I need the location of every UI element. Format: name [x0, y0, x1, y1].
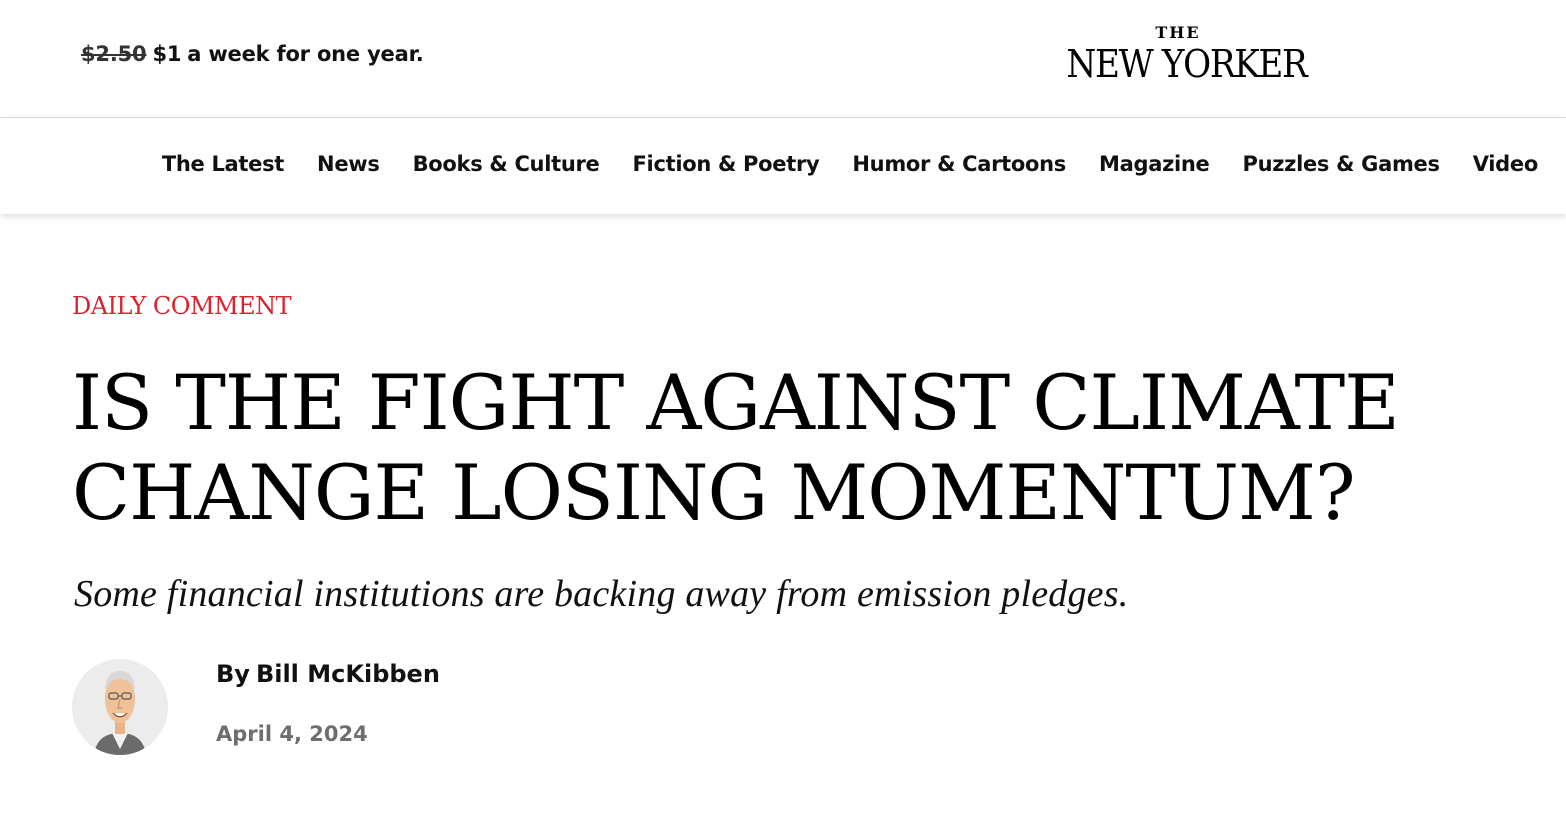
- headline-line-2: CHANGE LOSING MOMENTUM?: [72, 448, 1356, 537]
- byline-prefix: By: [216, 660, 250, 688]
- article-rubric[interactable]: DAILY COMMENT: [72, 292, 292, 320]
- headline-line-1: IS THE FIGHT AGAINST CLIMATE: [72, 358, 1400, 447]
- nav-item-the-latest[interactable]: The Latest: [162, 152, 285, 176]
- logo-the: THE: [1155, 23, 1201, 42]
- author-avatar[interactable]: [72, 659, 168, 755]
- subscribe-promo[interactable]: $2.50 $1 a week for one year.: [81, 42, 424, 66]
- nav-list: The Latest News Books & Culture Fiction …: [162, 152, 1538, 176]
- nav-item-magazine[interactable]: Magazine: [1099, 152, 1210, 176]
- article-headline: IS THE FIGHT AGAINST CLIMATE CHANGE LOSI…: [72, 358, 1452, 538]
- main-navigation: The Latest News Books & Culture Fiction …: [0, 119, 1566, 214]
- nav-item-puzzles-games[interactable]: Puzzles & Games: [1243, 152, 1441, 176]
- nav-item-humor-cartoons[interactable]: Humor & Cartoons: [852, 152, 1066, 176]
- new-yorker-logo[interactable]: THE NEW YORKER: [1054, 23, 1307, 88]
- nav-item-video[interactable]: Video: [1473, 152, 1539, 176]
- author-caricature-icon: [72, 659, 168, 755]
- nav-item-books-culture[interactable]: Books & Culture: [413, 152, 600, 176]
- article-dek: Some financial institutions are backing …: [74, 573, 1129, 615]
- nav-item-news[interactable]: News: [317, 152, 380, 176]
- promo-old-price: $2.50: [81, 42, 147, 66]
- promo-new-price: $1: [152, 42, 182, 66]
- nav-item-fiction-poetry[interactable]: Fiction & Poetry: [633, 152, 820, 176]
- logo-wordmark: NEW YORKER: [1066, 42, 1307, 86]
- masthead: $2.50 $1 a week for one year. THE NEW YORK…: [0, 0, 1566, 118]
- publish-date: April 4, 2024: [216, 722, 368, 746]
- byline: By Bill McKibben: [216, 660, 440, 688]
- promo-text: a week for one year.: [187, 42, 424, 66]
- author-link[interactable]: Bill McKibben: [256, 660, 440, 688]
